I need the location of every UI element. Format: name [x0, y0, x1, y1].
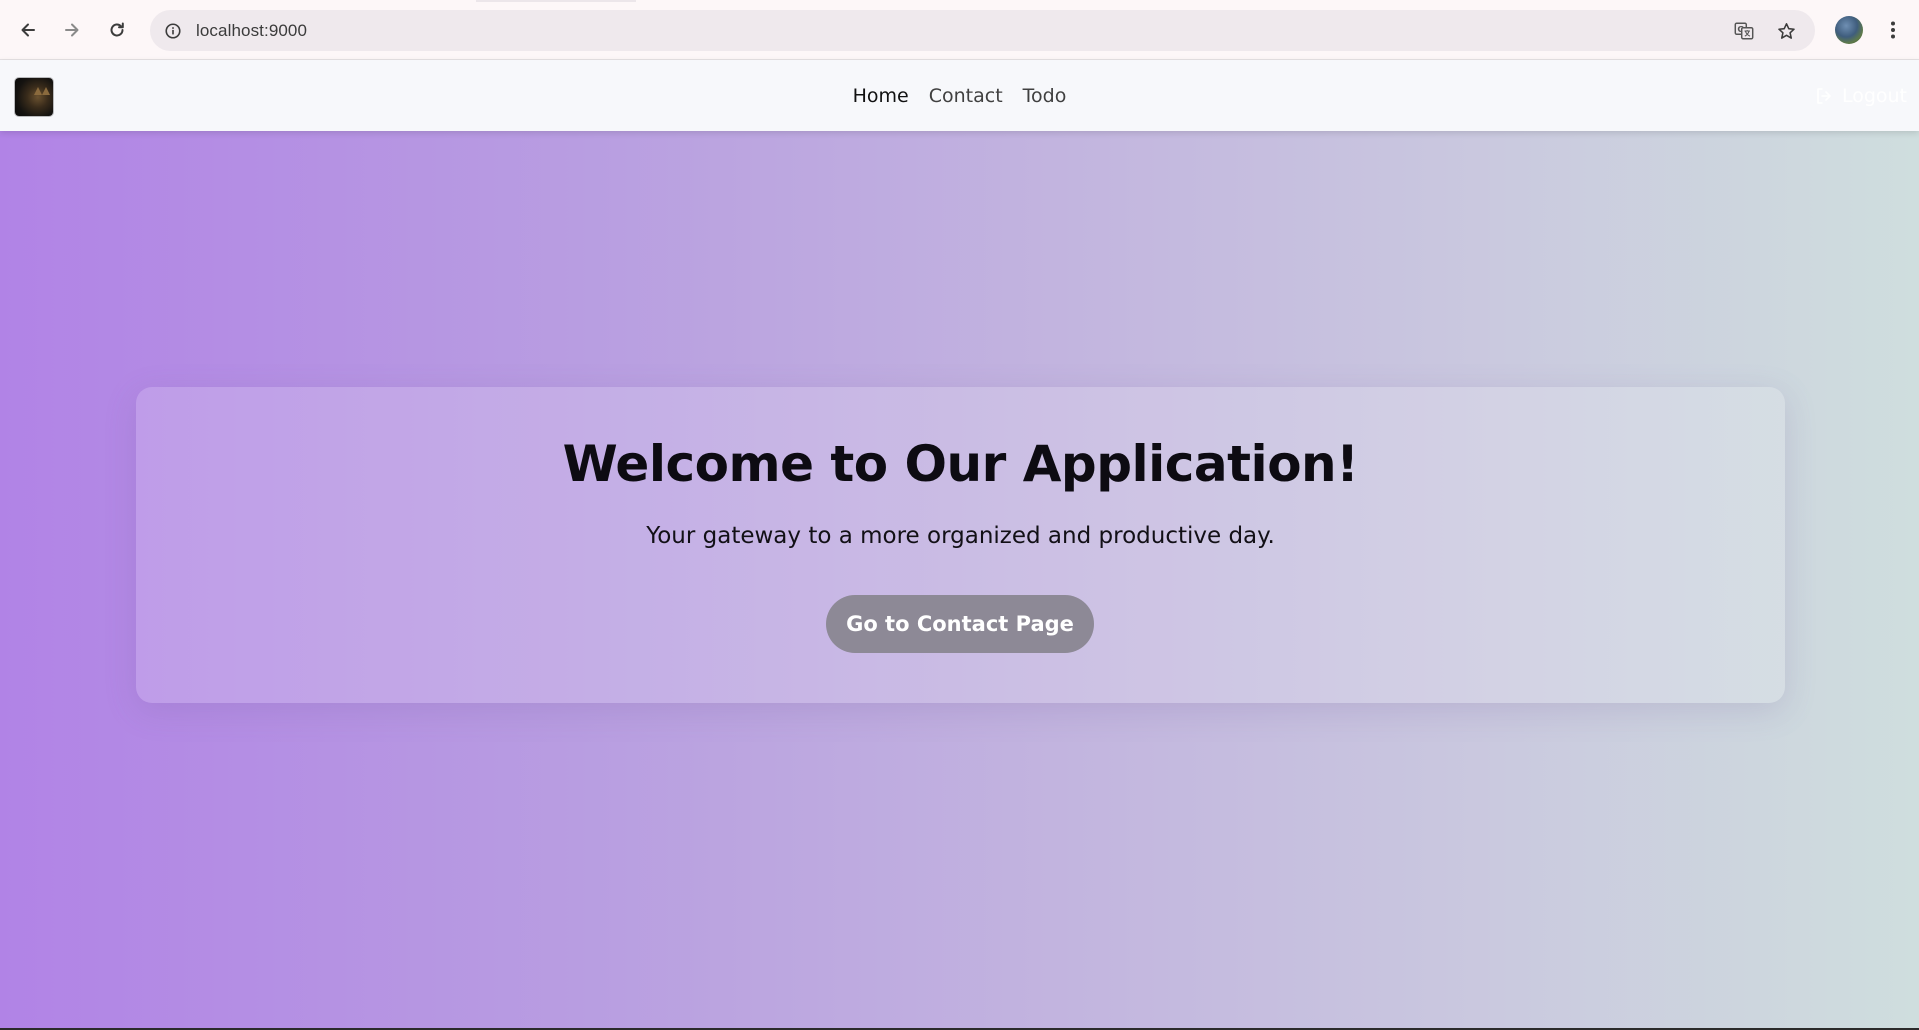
avatar[interactable] [1835, 16, 1863, 44]
logout-icon [1817, 88, 1831, 104]
welcome-card: Welcome to Our Application! Your gateway… [136, 387, 1785, 703]
logo-ear-left [34, 87, 42, 95]
nav-link-contact[interactable]: Contact [929, 83, 1003, 109]
hero-section: Welcome to Our Application! Your gateway… [0, 131, 1919, 1030]
browser-menu-button[interactable] [1878, 14, 1908, 46]
app-navbar: Home Contact Todo Logout [0, 60, 1919, 131]
translate-icon: G [1734, 22, 1754, 40]
page-subtitle: Your gateway to a more organized and pro… [646, 523, 1275, 549]
forward-button[interactable] [56, 14, 88, 46]
tab-strip-accent [476, 0, 636, 2]
browser-toolbar: localhost:9000 G [0, 0, 1919, 60]
logo-ear-right [42, 87, 50, 95]
translate-button[interactable]: G [1732, 19, 1756, 43]
bookmark-button[interactable] [1774, 19, 1798, 43]
reload-icon [110, 22, 124, 37]
reload-button[interactable] [101, 14, 133, 46]
url-text[interactable]: localhost:9000 [196, 10, 307, 51]
arrow-left-icon [21, 23, 35, 37]
logout-label: Logout [1841, 85, 1907, 107]
app-logo[interactable] [15, 78, 53, 116]
kebab-menu-icon [1891, 21, 1895, 39]
site-info-button[interactable] [160, 18, 186, 44]
star-icon [1777, 22, 1795, 39]
page-title: Welcome to Our Application! [562, 435, 1359, 493]
main-nav: Home Contact Todo [0, 60, 1919, 131]
nav-link-todo[interactable]: Todo [1023, 83, 1067, 109]
nav-link-home[interactable]: Home [853, 83, 909, 109]
go-to-contact-button[interactable]: Go to Contact Page [826, 595, 1094, 653]
back-button[interactable] [12, 14, 44, 46]
logout-button[interactable]: Logout [1814, 82, 1907, 110]
info-icon [165, 23, 181, 39]
address-bar[interactable]: localhost:9000 G [150, 10, 1815, 51]
arrow-right-icon [65, 23, 79, 37]
